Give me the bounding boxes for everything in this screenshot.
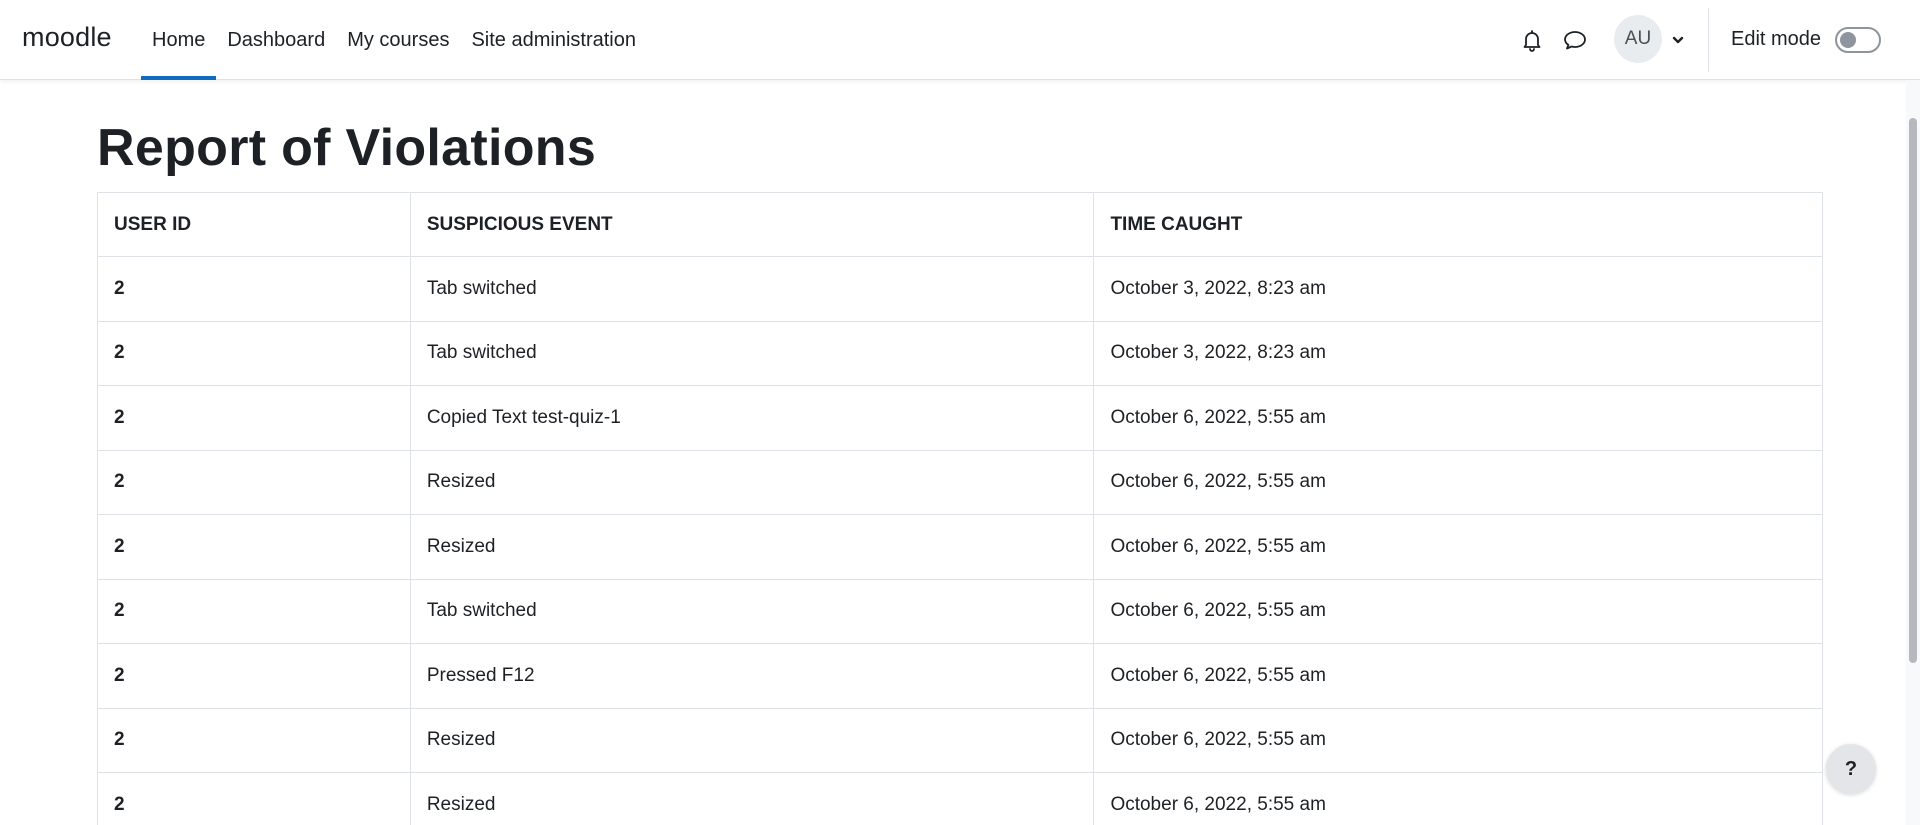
- cell-user-id: 2: [97, 707, 411, 773]
- table-row: 2 Resized October 6, 2022, 5:55 am: [97, 772, 1823, 825]
- chevron-down-icon[interactable]: [1668, 30, 1688, 50]
- cell-time: October 6, 2022, 5:55 am: [1093, 772, 1823, 825]
- table-row: 2 Tab switched October 3, 2022, 8:23 am: [97, 320, 1823, 386]
- table-row: 2 Copied Text test-quiz-1 October 6, 202…: [97, 385, 1823, 451]
- cell-user-id: 2: [97, 643, 411, 709]
- cell-event: Tab switched: [409, 320, 1095, 386]
- cell-event: Resized: [409, 449, 1095, 515]
- column-header-suspicious-event[interactable]: SUSPICIOUS EVENT: [409, 192, 1095, 257]
- edit-mode-label: Edit mode: [1731, 28, 1822, 50]
- table-row: 2 Resized October 6, 2022, 5:55 am: [97, 707, 1823, 773]
- table-row: 2 Tab switched October 3, 2022, 8:23 am: [97, 256, 1823, 322]
- chat-bubble-icon[interactable]: [1561, 26, 1589, 54]
- primary-navigation: Home Dashboard My courses Site administr…: [141, 0, 647, 80]
- user-avatar[interactable]: AU: [1614, 15, 1662, 63]
- cell-user-id: 2: [97, 256, 411, 322]
- cell-event: Resized: [409, 707, 1095, 773]
- table-row: 2 Pressed F12 October 6, 2022, 5:55 am: [97, 643, 1823, 709]
- table-header-row: USER ID SUSPICIOUS EVENT TIME CAUGHT: [97, 192, 1823, 257]
- bell-icon[interactable]: [1518, 26, 1546, 54]
- column-header-time-caught[interactable]: TIME CAUGHT: [1093, 192, 1823, 257]
- nav-site-administration[interactable]: Site administration: [460, 0, 647, 80]
- cell-time: October 6, 2022, 5:55 am: [1093, 707, 1823, 773]
- cell-event: Tab switched: [409, 256, 1095, 322]
- cell-time: October 6, 2022, 5:55 am: [1093, 643, 1823, 709]
- navbar-divider: [1708, 8, 1709, 72]
- top-navbar: moodle Home Dashboard My courses Site ad…: [0, 0, 1920, 80]
- edit-mode-toggle[interactable]: [1835, 27, 1881, 53]
- cell-event: Resized: [409, 514, 1095, 580]
- column-header-user-id[interactable]: USER ID: [97, 192, 411, 257]
- cell-user-id: 2: [97, 385, 411, 451]
- table-row: 2 Resized October 6, 2022, 5:55 am: [97, 514, 1823, 580]
- help-button[interactable]: ?: [1826, 744, 1876, 794]
- site-logo[interactable]: moodle: [22, 22, 112, 53]
- cell-user-id: 2: [97, 449, 411, 515]
- page-title: Report of Violations: [97, 119, 597, 177]
- cell-time: October 6, 2022, 5:55 am: [1093, 385, 1823, 451]
- cell-user-id: 2: [97, 514, 411, 580]
- cell-time: October 6, 2022, 5:55 am: [1093, 449, 1823, 515]
- cell-time: October 3, 2022, 8:23 am: [1093, 256, 1823, 322]
- cell-user-id: 2: [97, 578, 411, 644]
- cell-time: October 3, 2022, 8:23 am: [1093, 320, 1823, 386]
- scrollbar-thumb[interactable]: [1909, 118, 1917, 663]
- cell-time: October 6, 2022, 5:55 am: [1093, 514, 1823, 580]
- cell-event: Tab switched: [409, 578, 1095, 644]
- cell-event: Copied Text test-quiz-1: [409, 385, 1095, 451]
- cell-time: October 6, 2022, 5:55 am: [1093, 578, 1823, 644]
- table-row: 2 Tab switched October 6, 2022, 5:55 am: [97, 578, 1823, 644]
- toggle-knob: [1840, 32, 1856, 48]
- cell-user-id: 2: [97, 772, 411, 825]
- nav-dashboard[interactable]: Dashboard: [216, 0, 336, 80]
- table-row: 2 Resized October 6, 2022, 5:55 am: [97, 449, 1823, 515]
- cell-user-id: 2: [97, 320, 411, 386]
- cell-event: Pressed F12: [409, 643, 1095, 709]
- nav-home[interactable]: Home: [141, 0, 217, 80]
- violations-table: USER ID SUSPICIOUS EVENT TIME CAUGHT 2 T…: [97, 192, 1823, 825]
- nav-my-courses[interactable]: My courses: [336, 0, 460, 80]
- cell-event: Resized: [409, 772, 1095, 825]
